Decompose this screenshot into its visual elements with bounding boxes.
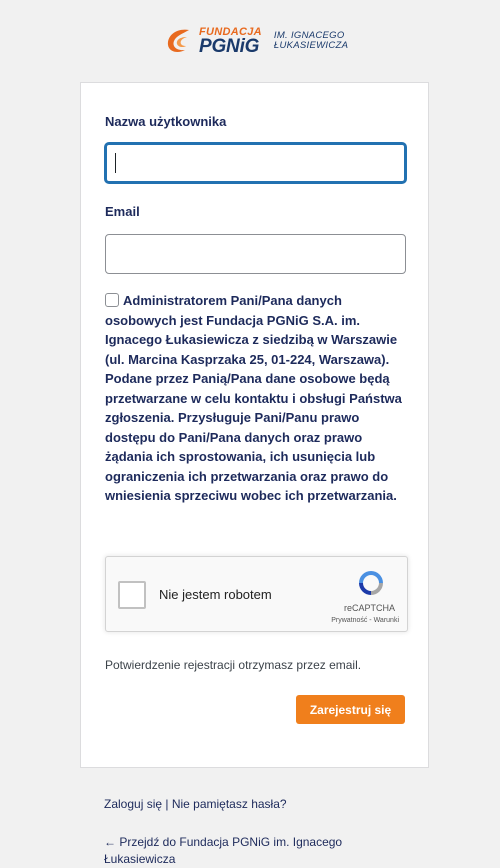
username-label: Nazwa użytkownika (105, 114, 227, 129)
consent-block: Administratorem Pani/Pana danych osobowy… (105, 291, 410, 506)
recaptcha-label: Nie jestem robotem (159, 587, 272, 602)
email-label: Email (105, 204, 140, 219)
recaptcha-brand: reCAPTCHA (343, 603, 395, 613)
recaptcha-checkbox[interactable] (118, 581, 146, 609)
login-links: Zaloguj się | Nie pamiętasz hasła? (104, 797, 287, 811)
consent-checkbox[interactable] (105, 293, 119, 307)
nav-separator: | (162, 797, 172, 811)
logo-subtitle-line2: ŁUKASIEWICZA (273, 40, 349, 51)
recaptcha-logo-icon (359, 571, 383, 595)
back-to-site-link[interactable]: ← Przejdź do Fundacja PGNiG im. Ignacego… (104, 834, 384, 868)
recaptcha-links[interactable]: Prywatność - Warunki (331, 617, 399, 624)
email-input[interactable] (105, 234, 406, 274)
flame-logo-icon (167, 29, 189, 53)
lost-password-link[interactable]: Nie pamiętasz hasła? (172, 797, 287, 811)
registration-notice: Potwierdzenie rejestracji otrzymasz prze… (105, 658, 362, 672)
register-form: Nazwa użytkownika Email Administratorem … (80, 82, 429, 768)
consent-text: Administratorem Pani/Pana danych osobowy… (105, 293, 402, 503)
recaptcha-widget: Nie jestem robotem reCAPTCHA Prywatność … (105, 556, 408, 632)
text-caret (115, 153, 116, 173)
register-button[interactable]: Zarejestruj się (296, 695, 405, 724)
site-logo[interactable]: FUNDACJA PGNiG IM. IGNACEGO ŁUKASIEWICZA (163, 24, 353, 58)
logo-pgnig-text: PGNiG (199, 35, 260, 57)
login-link[interactable]: Zaloguj się (104, 797, 162, 811)
username-input[interactable] (105, 143, 406, 183)
